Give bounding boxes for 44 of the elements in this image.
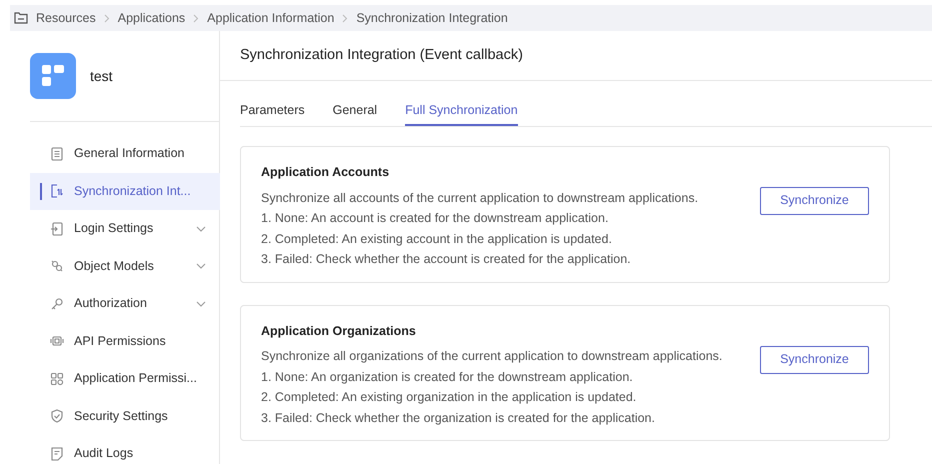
shield-icon (50, 409, 64, 424)
link-icon (50, 259, 64, 274)
app-logo-icon (30, 53, 76, 99)
section-title: Application Organizations (261, 322, 417, 340)
sidebar-item[interactable]: Authorization (30, 285, 220, 322)
key-icon (50, 296, 64, 311)
breadcrumb-link[interactable]: Application Information (207, 8, 334, 28)
sidebar-item[interactable]: API Permissions (30, 322, 220, 360)
tab[interactable]: Parameters (240, 101, 305, 126)
app-name: test (90, 66, 113, 86)
sync-icon (50, 184, 64, 198)
page-title: Synchronization Integration (Event callback) (240, 46, 523, 65)
sidebar-item[interactable]: Synchronization Int... (30, 172, 220, 210)
status-note: 3. Failed: Check whether the organization is created for the application. (261, 410, 656, 427)
breadcrumb-link[interactable]: Applications (118, 8, 186, 28)
sidebar-item[interactable]: Application Permissi... (30, 360, 220, 398)
grid-icon (50, 372, 64, 386)
chip-icon (50, 334, 64, 348)
breadcrumb-current: Synchronization Integration (356, 10, 508, 27)
section-title: Application Accounts (261, 164, 390, 181)
log-icon (50, 446, 64, 461)
sidebar-item[interactable]: General Information (30, 135, 220, 172)
chevron-right-icon (104, 14, 110, 22)
status-note: 1. None: An account is created for the downstream application. (261, 210, 610, 227)
sidebar-item[interactable]: Audit Logs (30, 435, 220, 464)
section-description: Synchronize all organizations of the current application to downstream applications. (261, 348, 724, 366)
folder-icon (14, 12, 28, 24)
tab[interactable]: Full Synchronization (405, 101, 518, 126)
breadcrumb-link[interactable]: Resources (36, 8, 96, 28)
document-icon (50, 146, 64, 161)
status-note: 3. Failed: Check whether the account is created for the application. (261, 251, 632, 268)
synchronize-button[interactable]: Synchronize (760, 346, 869, 374)
synchronize-button[interactable]: Synchronize (760, 186, 869, 215)
status-note: 1. None: An organization is created for the downstream application. (261, 368, 634, 386)
sidebar-item[interactable]: Security Settings (30, 398, 220, 435)
section-description: Synchronize all accounts of the current application to downstream applications. (261, 190, 700, 207)
status-note: 2. Completed: An existing organization in the application is updated. (261, 389, 638, 406)
chevron-right-icon (193, 14, 200, 22)
chevron-right-icon (342, 14, 348, 22)
status-note: 2. Completed: An existing account in the application is updated. (261, 230, 613, 248)
login-icon (50, 222, 64, 236)
sidebar-item[interactable]: Login Settings (30, 210, 220, 248)
tab[interactable]: General (332, 101, 378, 126)
sidebar-item[interactable]: Object Models (30, 248, 220, 285)
